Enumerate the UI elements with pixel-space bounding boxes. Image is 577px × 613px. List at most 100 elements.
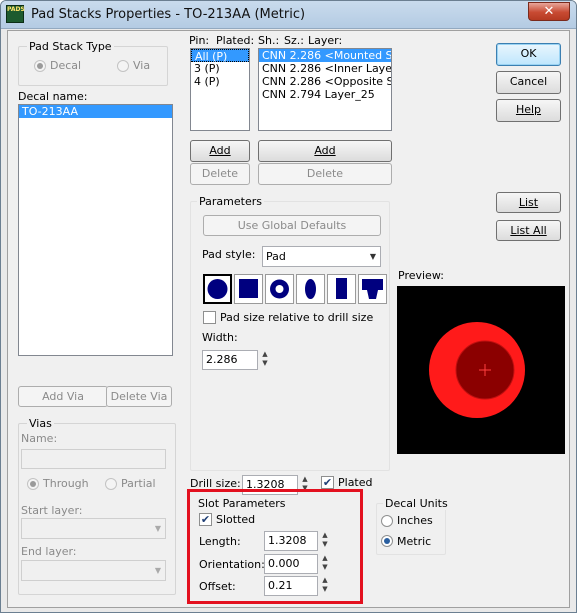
preview-label: Preview: — [398, 269, 444, 282]
through-radio[interactable] — [27, 478, 39, 490]
length-label: Length: — [199, 535, 241, 548]
list-all-label: List All — [510, 224, 547, 237]
add-pin-label: Add — [209, 144, 231, 157]
list-label: List — [518, 196, 539, 209]
start-layer-label: Start layer: — [21, 504, 83, 517]
size-header: Sz.: — [284, 34, 304, 47]
length-input[interactable]: 1.3208 — [264, 531, 318, 551]
pin-list[interactable]: All (P) 3 (P) 4 (P) — [190, 48, 250, 131]
shape-oval-button[interactable] — [296, 274, 325, 304]
through-label: Through — [43, 477, 89, 490]
add-via-label: Add Via — [42, 390, 84, 403]
ok-button[interactable]: OK — [496, 43, 561, 66]
pad-size-relative-checkbox[interactable] — [203, 311, 216, 324]
list-all-button[interactable]: List All — [496, 220, 561, 241]
dialog-client-area: Pad Stack Type Decal Via Decal name: TO-… — [7, 30, 570, 608]
round-pad-icon — [207, 279, 228, 299]
decal-radio[interactable] — [34, 60, 46, 72]
pin-list-item[interactable]: 4 (P) — [191, 75, 249, 88]
layer-list[interactable]: CNN 2.286 <Mounted Side> CNN 2.286 <Inne… — [258, 48, 392, 131]
slot-parameters-title: Slot Parameters — [198, 497, 286, 510]
help-button[interactable]: Help — [496, 99, 561, 122]
partial-label: Partial — [121, 477, 156, 490]
start-layer-dropdown[interactable]: ▼ — [21, 518, 166, 539]
window-title: Pad Stacks Properties - TO-213AA (Metric… — [31, 7, 306, 22]
shape-header: Sh.: — [258, 34, 280, 47]
slotted-checkbox[interactable]: ✔ — [199, 513, 212, 526]
layer-list-item[interactable]: CNN 2.286 <Inner Layers> — [259, 62, 391, 75]
pin-header: Pin: — [189, 34, 210, 47]
width-input[interactable]: 2.286 — [202, 350, 258, 370]
annular-pad-icon — [270, 279, 289, 299]
offset-input[interactable]: 0.21 — [264, 576, 318, 596]
delete-pin-label: Delete — [201, 167, 239, 180]
pin-list-item[interactable]: 3 (P) — [191, 62, 249, 75]
chevron-down-icon: ▼ — [154, 524, 161, 533]
layer-list-item[interactable]: CNN 2.794 Layer_25 — [259, 88, 391, 101]
pad-stack-type-group: Pad Stack Type Decal Via — [18, 40, 168, 86]
shape-odd-button[interactable] — [358, 274, 387, 304]
pad-preview-graphic — [397, 286, 565, 454]
add-via-button[interactable]: Add Via — [18, 386, 108, 407]
via-name-label: Name: — [21, 432, 58, 445]
odd-pad-icon — [362, 279, 383, 299]
oval-pad-icon — [305, 279, 316, 299]
delete-pin-button[interactable]: Delete — [190, 163, 250, 185]
add-layer-button[interactable]: Add — [258, 140, 392, 162]
partial-radio[interactable] — [105, 478, 117, 490]
layer-list-item[interactable]: CNN 2.286 <Mounted Side> — [259, 49, 391, 62]
add-pin-button[interactable]: Add — [190, 140, 250, 162]
plated-label: Plated — [338, 476, 373, 489]
preview-canvas — [397, 286, 565, 454]
offset-label: Offset: — [199, 580, 236, 593]
shape-round-button[interactable] — [203, 274, 232, 304]
help-label: Help — [515, 103, 542, 116]
vias-title: Vias — [27, 417, 54, 430]
chevron-down-icon: ▼ — [369, 252, 376, 261]
use-global-defaults-button[interactable]: Use Global Defaults — [203, 215, 381, 236]
orientation-spinner[interactable]: ▲ ▼ — [320, 554, 330, 574]
shape-annular-button[interactable] — [265, 274, 294, 304]
delete-via-label: Delete Via — [110, 390, 168, 403]
pad-stacks-properties-dialog: PADS Pad Stacks Properties - TO-213AA (M… — [0, 0, 577, 613]
plated-checkbox[interactable]: ✔ — [321, 476, 334, 489]
offset-spinner[interactable]: ▲ ▼ — [320, 576, 330, 596]
decal-list-item[interactable]: TO-213AA — [19, 105, 172, 118]
via-radio[interactable] — [117, 60, 129, 72]
close-icon: ✕ — [543, 4, 555, 19]
list-button[interactable]: List — [496, 192, 561, 213]
via-name-input[interactable] — [21, 449, 166, 469]
end-layer-label: End layer: — [21, 545, 77, 558]
layer-list-item[interactable]: CNN 2.286 <Opposite Side> — [259, 75, 391, 88]
inches-label: Inches — [397, 514, 433, 527]
end-layer-dropdown[interactable]: ▼ — [21, 560, 166, 581]
use-global-defaults-label: Use Global Defaults — [237, 219, 347, 232]
width-spinner[interactable]: ▲ ▼ — [260, 350, 270, 370]
width-label: Width: — [202, 331, 238, 344]
square-pad-icon — [239, 279, 258, 298]
delete-via-button[interactable]: Delete Via — [106, 386, 172, 407]
length-spinner[interactable]: ▲ ▼ — [320, 531, 330, 551]
metric-radio[interactable] — [381, 535, 393, 547]
pad-style-dropdown[interactable]: Pad ▼ — [262, 246, 381, 267]
decal-units-title: Decal Units — [383, 497, 450, 510]
shape-square-button[interactable] — [234, 274, 263, 304]
inches-radio[interactable] — [381, 515, 393, 527]
pads-app-icon: PADS — [6, 5, 25, 23]
via-radio-label: Via — [133, 59, 151, 72]
decal-name-list[interactable]: TO-213AA — [18, 104, 173, 356]
decal-radio-label: Decal — [50, 59, 82, 72]
shape-rectangle-button[interactable] — [327, 274, 356, 304]
title-bar[interactable]: PADS Pad Stacks Properties - TO-213AA (M… — [1, 1, 576, 29]
add-layer-label: Add — [314, 144, 336, 157]
delete-layer-button[interactable]: Delete — [258, 163, 392, 185]
rectangle-pad-icon — [336, 278, 347, 299]
pad-stack-type-title: Pad Stack Type — [27, 40, 114, 53]
pin-list-item[interactable]: All (P) — [191, 49, 249, 63]
metric-label: Metric — [397, 535, 432, 548]
parameters-title: Parameters — [197, 195, 264, 208]
cancel-button[interactable]: Cancel — [496, 71, 561, 94]
orientation-input[interactable]: 0.000 — [264, 554, 318, 574]
close-window-button[interactable]: ✕ — [528, 2, 570, 21]
cancel-label: Cancel — [509, 75, 548, 88]
